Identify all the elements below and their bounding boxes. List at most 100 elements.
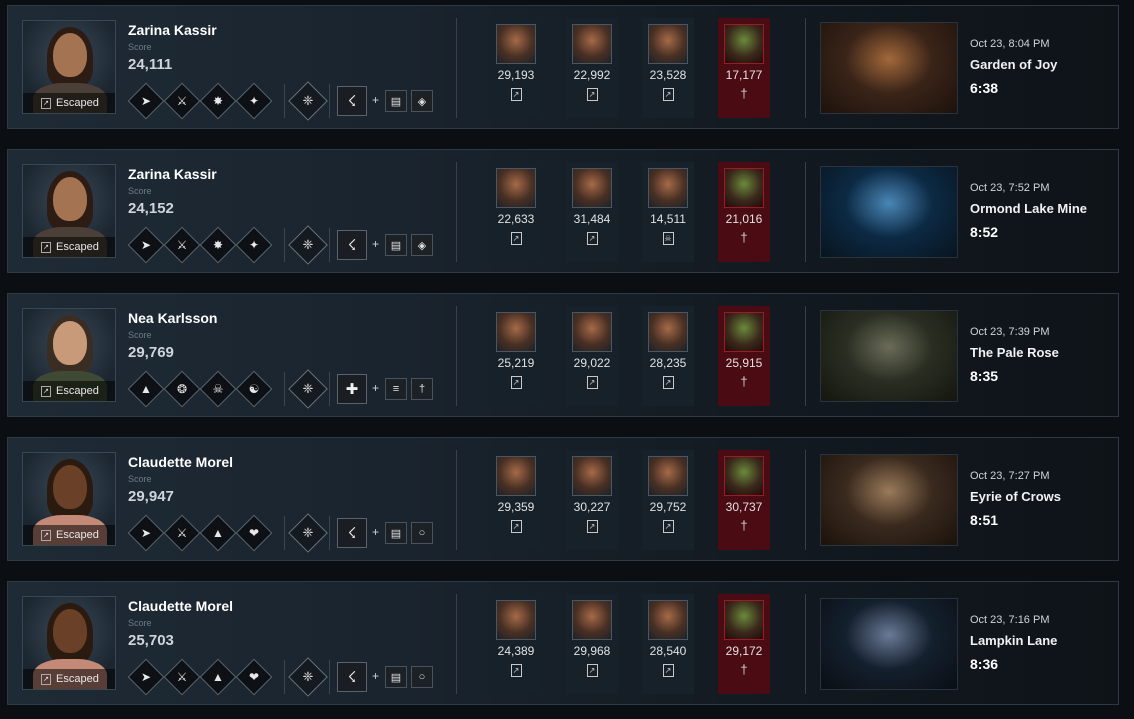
perk-slot[interactable]: ❤ — [235, 658, 273, 696]
loadout-divider — [284, 516, 285, 550]
teammate-card[interactable]: 14,511 ☠ — [642, 162, 694, 262]
addon-slot[interactable]: ◈ — [411, 234, 433, 256]
teammate-card[interactable]: 29,193 ↗ — [490, 18, 542, 118]
teammate-card[interactable]: 29,968 ↗ — [566, 594, 618, 694]
survivor-name: Nea Karlsson — [128, 310, 218, 326]
perk-slot[interactable]: ☠ — [199, 370, 237, 408]
match-row[interactable]: ↗ Escaped Claudette Morel Score 29,947 ➤ ⚔ ▲ ❤ ❈ ☇… — [7, 437, 1119, 561]
addon-slot[interactable]: ○ — [411, 522, 433, 544]
offering-slot[interactable]: ❈ — [288, 225, 328, 265]
perk-slot[interactable]: ➤ — [127, 82, 165, 120]
match-date: Oct 23, 7:39 PM — [970, 326, 1050, 338]
addon-slot[interactable]: ▤ — [385, 666, 407, 688]
teammate-portrait — [572, 168, 612, 208]
loadout-divider — [284, 660, 285, 694]
perk-slot[interactable]: ▲ — [199, 514, 237, 552]
teammate-card[interactable]: 29,022 ↗ — [566, 306, 618, 406]
offering-slot[interactable]: ❈ — [288, 657, 328, 697]
item-slot[interactable]: ☇ — [337, 86, 367, 116]
map-thumbnail[interactable] — [820, 22, 958, 114]
killer-card[interactable]: 30,737 † — [718, 450, 770, 550]
addon-slot[interactable]: ▤ — [385, 90, 407, 112]
map-thumbnail[interactable] — [820, 166, 958, 258]
teammate-card[interactable]: 24,389 ↗ — [490, 594, 542, 694]
perk-slot[interactable]: ➤ — [127, 658, 165, 696]
dead-hard-icon: ⚔ — [176, 94, 188, 108]
match-row[interactable]: ↗ Escaped Nea Karlsson Score 29,769 ▲ ❂ ☠ ☯ ❈ ✚ + ≡ †… — [7, 293, 1119, 417]
teammate-portrait — [648, 312, 688, 352]
item-slot[interactable]: ☇ — [337, 230, 367, 260]
map-thumbnail[interactable] — [820, 598, 958, 690]
perk-slot[interactable]: ✦ — [235, 82, 273, 120]
killer-card[interactable]: 29,172 † — [718, 594, 770, 694]
perk-slot[interactable]: ⚔ — [163, 82, 201, 120]
addon-slot[interactable]: ▤ — [385, 522, 407, 544]
perk-slot[interactable]: ⚔ — [163, 226, 201, 264]
perk-slot[interactable]: ⚔ — [163, 514, 201, 552]
teammate-card[interactable]: 28,235 ↗ — [642, 306, 694, 406]
map-thumbnail[interactable] — [820, 454, 958, 546]
teammate-portrait — [496, 600, 536, 640]
perk-slot[interactable]: ➤ — [127, 514, 165, 552]
match-row[interactable]: ↗ Escaped Zarina Kassir Score 24,152 ➤ ⚔ ✸ ✦ ❈ ☇ + ▤… — [7, 149, 1119, 273]
escaped-icon: ↗ — [586, 664, 598, 677]
teammate-card[interactable]: 29,359 ↗ — [490, 450, 542, 550]
match-row[interactable]: ↗ Escaped Claudette Morel Score 25,703 ➤ ⚔ ▲ ❤ ❈ ☇… — [7, 581, 1119, 705]
score-label: Score — [128, 618, 152, 628]
item-slot[interactable]: ☇ — [337, 662, 367, 692]
killer-portrait — [724, 24, 764, 64]
score-label: Score — [128, 186, 152, 196]
perk-slot[interactable]: ☯ — [235, 370, 273, 408]
perk-slot[interactable]: ▲ — [127, 370, 165, 408]
teammate-card[interactable]: 31,484 ↗ — [566, 162, 618, 262]
score-value: 29,947 — [128, 488, 174, 505]
survivor-name: Zarina Kassir — [128, 22, 217, 38]
killer-card[interactable]: 17,177 † — [718, 18, 770, 118]
match-row[interactable]: ↗ Escaped Zarina Kassir Score 24,111 ➤ ⚔ ✸ ✦ ❈ ☇ + ▤… — [7, 5, 1119, 129]
adrenaline-icon: ✸ — [212, 94, 224, 108]
section-separator — [805, 450, 806, 550]
teammate-portrait — [572, 312, 612, 352]
teammate-card[interactable]: 30,227 ↗ — [566, 450, 618, 550]
offering-slot[interactable]: ❈ — [288, 81, 328, 121]
battery-addon-icon: ▤ — [390, 239, 402, 252]
escaped-icon: ↗ — [662, 88, 674, 101]
killer-card[interactable]: 25,915 † — [718, 306, 770, 406]
perk-slot[interactable]: ✦ — [235, 226, 273, 264]
offering-slot[interactable]: ❈ — [288, 369, 328, 409]
flashlight-icon: ☇ — [347, 525, 357, 542]
perk-slot[interactable]: ✸ — [199, 226, 237, 264]
player-status: † — [718, 375, 770, 389]
teammate-card[interactable]: 25,219 ↗ — [490, 306, 542, 406]
plus-sign: + — [372, 93, 380, 107]
addon-slot[interactable]: ◈ — [411, 90, 433, 112]
lens-addon-icon: ◈ — [417, 95, 427, 108]
item-slot[interactable]: ✚ — [337, 374, 367, 404]
perk-slot[interactable]: ⚔ — [163, 658, 201, 696]
item-slot[interactable]: ☇ — [337, 518, 367, 548]
teammate-card[interactable]: 22,992 ↗ — [566, 18, 618, 118]
teammate-card[interactable]: 23,528 ↗ — [642, 18, 694, 118]
portrait-face — [53, 465, 87, 509]
survivor-name: Zarina Kassir — [128, 166, 217, 182]
teammate-card[interactable]: 29,752 ↗ — [642, 450, 694, 550]
score-value: 29,769 — [128, 344, 174, 361]
addon-slot[interactable]: † — [411, 378, 433, 400]
addon-slot[interactable]: ▤ — [385, 234, 407, 256]
portrait-face — [53, 33, 87, 77]
perk-slot[interactable]: ▲ — [199, 658, 237, 696]
map-thumbnail[interactable] — [820, 310, 958, 402]
perk-slot[interactable]: ✸ — [199, 82, 237, 120]
teammate-card[interactable]: 22,633 ↗ — [490, 162, 542, 262]
adrenaline-icon: ✸ — [212, 238, 224, 252]
section-separator — [805, 162, 806, 262]
addon-slot[interactable]: ≡ — [385, 378, 407, 400]
addon-slot[interactable]: ○ — [411, 666, 433, 688]
perk-slot[interactable]: ➤ — [127, 226, 165, 264]
offering-slot[interactable]: ❈ — [288, 513, 328, 553]
teammate-card[interactable]: 28,540 ↗ — [642, 594, 694, 694]
perk-slot[interactable]: ❤ — [235, 514, 273, 552]
perk-slot[interactable]: ❂ — [163, 370, 201, 408]
killer-card[interactable]: 21,016 † — [718, 162, 770, 262]
match-history-list: ↗ Escaped Zarina Kassir Score 24,111 ➤ ⚔ ✸ ✦ ❈ ☇ + ▤… — [0, 0, 1134, 719]
